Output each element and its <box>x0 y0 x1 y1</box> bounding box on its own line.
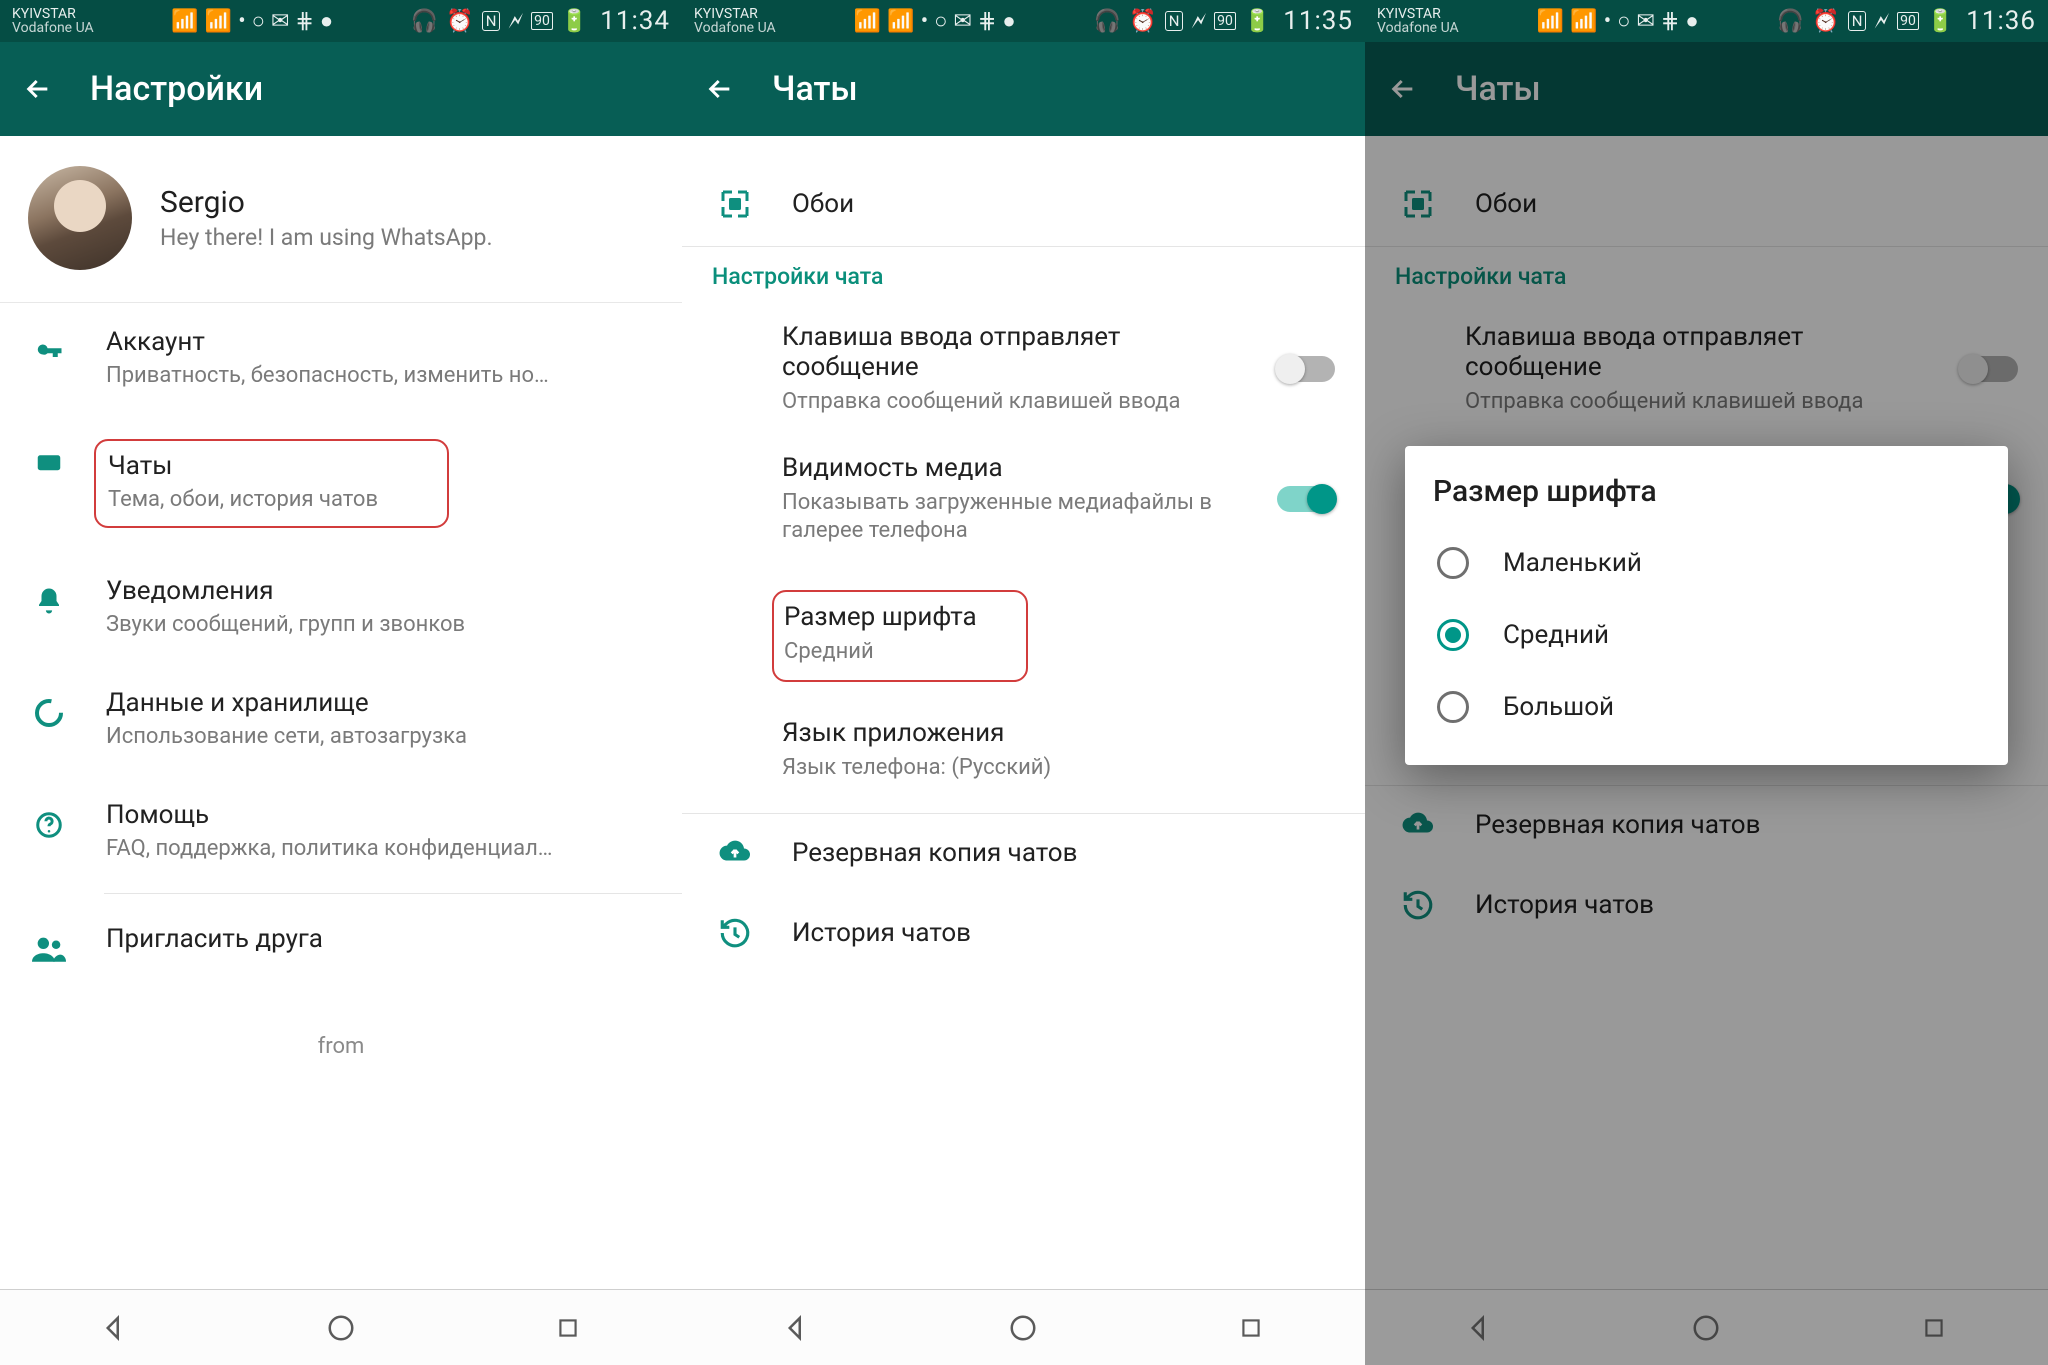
app-language-row[interactable]: Язык приложения Язык телефона: (Русский) <box>682 704 1365 805</box>
avatar[interactable] <box>28 166 132 270</box>
status-bar: KYIVSTAR Vodafone UA 📶📶•○✉⋕● 🎧⏰ N 🗲 90 🔋… <box>682 0 1365 42</box>
history-row[interactable]: История чатов <box>682 892 1365 974</box>
nav-bar <box>1365 1289 2048 1365</box>
battery-icon: 🗲 <box>508 9 523 34</box>
status-right: 🎧⏰N 🗲 90 🔋 11:34 <box>411 6 670 36</box>
history-icon <box>712 916 758 950</box>
backup-row[interactable]: Резервная копия чатов <box>682 814 1365 892</box>
highlight-box: Чаты Тема, обои, история чатов <box>94 439 449 529</box>
nav-back[interactable] <box>93 1307 135 1349</box>
nav-home[interactable] <box>1685 1307 1727 1349</box>
nav-home[interactable] <box>320 1307 362 1349</box>
carrier-1: KYIVSTAR <box>12 7 94 21</box>
nav-bar <box>0 1289 682 1365</box>
app-bar: Настройки <box>0 42 682 136</box>
screen-chats-settings: KYIVSTAR Vodafone UA 📶📶•○✉⋕● 🎧⏰ N 🗲 90 🔋… <box>682 0 1365 1365</box>
status-bar: KYIVSTAR Vodafone UA 📶📶•○✉⋕● 🎧⏰ N 🗲 90 🔋… <box>1365 0 2048 42</box>
app-bar-title: Чаты <box>772 69 858 109</box>
section-chat-settings: Настройки чата <box>682 255 1365 308</box>
nav-recent[interactable] <box>1230 1307 1272 1349</box>
nav-bar <box>682 1289 1365 1365</box>
radio-icon <box>1437 691 1469 723</box>
option-large[interactable]: Большой <box>1433 671 1980 743</box>
screen-settings: KYIVSTAR Vodafone UA 📶📶•○✉⋕● 🎧⏰N 🗲 90 🔋 … <box>0 0 682 1365</box>
nav-recent[interactable] <box>547 1307 589 1349</box>
clock: 11:36 <box>1966 6 2036 36</box>
battery-level: 90 <box>531 12 553 30</box>
profile-status: Hey there! I am using WhatsApp. <box>160 224 493 251</box>
font-size-row[interactable]: Размер шрифта Средний <box>682 568 1365 705</box>
nav-back[interactable] <box>775 1307 817 1349</box>
nav-home[interactable] <box>1002 1307 1044 1349</box>
highlight-box: Размер шрифта Средний <box>772 590 1028 683</box>
status-bar: KYIVSTAR Vodafone UA 📶📶•○✉⋕● 🎧⏰N 🗲 90 🔋 … <box>0 0 682 42</box>
settings-item-notifications[interactable]: Уведомления Звуки сообщений, групп и зво… <box>0 552 682 664</box>
chat-icon <box>28 443 70 485</box>
enter-send-row[interactable]: Клавиша ввода отправляет сообщение Отпра… <box>682 308 1365 439</box>
settings-item-chats[interactable]: Чаты Тема, обои, история чатов <box>0 415 682 553</box>
wallpaper-row[interactable]: Обои <box>682 162 1365 246</box>
cloud-upload-icon <box>712 839 758 867</box>
option-small[interactable]: Маленький <box>1433 527 1980 599</box>
nav-back[interactable] <box>1458 1307 1500 1349</box>
screen-font-size-dialog: KYIVSTAR Vodafone UA 📶📶•○✉⋕● 🎧⏰ N 🗲 90 🔋… <box>1365 0 2048 1365</box>
option-medium[interactable]: Средний <box>1433 599 1980 671</box>
wallpaper-icon <box>712 186 758 222</box>
clock: 11:34 <box>600 6 670 36</box>
data-usage-icon <box>28 692 70 734</box>
settings-item-data[interactable]: Данные и хранилище Использование сети, а… <box>0 664 682 776</box>
back-button[interactable] <box>702 71 738 107</box>
nav-recent[interactable] <box>1913 1307 1955 1349</box>
radio-icon <box>1437 619 1469 651</box>
app-bar: Чаты <box>682 42 1365 136</box>
key-icon <box>28 331 70 373</box>
profile-row[interactable]: Sergio Hey there! I am using WhatsApp. <box>0 136 682 303</box>
status-icons: 📶📶•○✉⋕● <box>171 8 333 34</box>
media-visibility-row[interactable]: Видимость медиа Показывать загруженные м… <box>682 439 1365 568</box>
back-button[interactable] <box>20 71 56 107</box>
media-visibility-switch[interactable] <box>1277 486 1335 512</box>
dialog-title: Размер шрифта <box>1433 474 1980 509</box>
radio-icon <box>1437 547 1469 579</box>
settings-item-account[interactable]: Аккаунт Приватность, безопасность, измен… <box>0 303 682 415</box>
carrier-2: Vodafone UA <box>12 21 94 35</box>
enter-send-switch[interactable] <box>1277 356 1335 382</box>
app-bar-title: Настройки <box>90 69 263 109</box>
people-icon <box>28 928 70 970</box>
settings-item-invite[interactable]: Пригласить друга <box>0 900 682 994</box>
settings-item-help[interactable]: Помощь FAQ, поддержка, политика конфиден… <box>0 776 682 888</box>
profile-name: Sergio <box>160 185 493 220</box>
help-icon <box>28 804 70 846</box>
bell-icon <box>28 580 70 622</box>
font-size-dialog: Размер шрифта Маленький Средний Большой <box>1405 446 2008 765</box>
from-label: from <box>0 994 682 1059</box>
clock: 11:35 <box>1283 6 1353 36</box>
